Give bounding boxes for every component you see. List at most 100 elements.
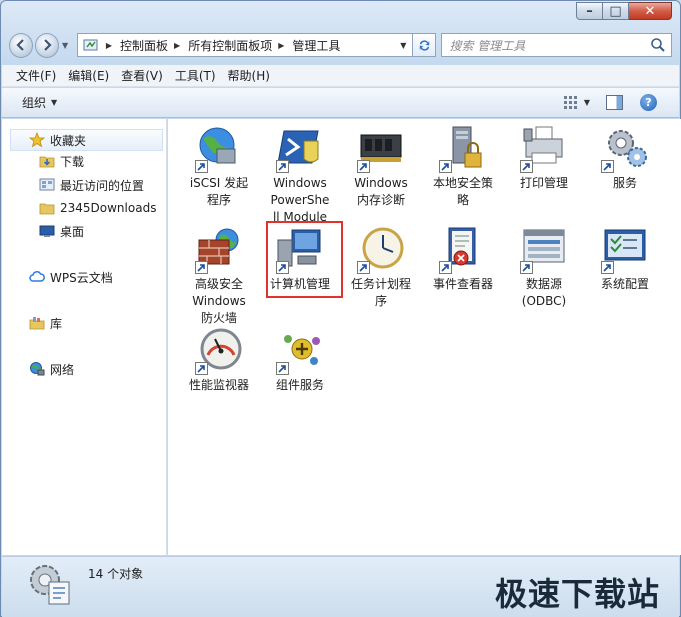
refresh-button[interactable] (413, 33, 437, 57)
chevron-down-icon: ▼ (51, 98, 58, 107)
tile-label: 数据源(ODBC) (521, 277, 567, 308)
admin-tools-icon (27, 562, 73, 608)
change-view-button[interactable]: ▼ (563, 95, 590, 111)
tile-task-scheduler[interactable]: 任务计划程序 (340, 226, 422, 310)
tile-performance-monitor[interactable]: 性能监视器 (178, 327, 260, 394)
download-folder-icon (39, 153, 55, 169)
tile-label: 组件服务 (275, 378, 324, 392)
forward-button[interactable] (35, 32, 60, 58)
printer-icon (518, 125, 570, 173)
nav-item-2345downloads[interactable]: 2345Downloads (39, 198, 156, 218)
tile-label: 任务计划程序 (350, 277, 411, 308)
menu-tools[interactable]: 工具(T) (169, 67, 222, 84)
nav-item-label: 2345Downloads (60, 201, 157, 215)
shortcut-arrow-icon (357, 160, 370, 173)
menu-view[interactable]: 查看(V) (115, 67, 169, 84)
gauge-icon (193, 327, 245, 375)
shortcut-arrow-icon (276, 362, 289, 375)
control-panel-icon (83, 39, 98, 51)
recent-pages-dropdown[interactable]: ▼ (59, 41, 71, 50)
address-bar[interactable]: ▶ 控制面板 ▶ 所有控制面板项 ▶ 管理工具 ▼ (76, 33, 414, 57)
tile-label: 性能监视器 (188, 378, 249, 392)
menu-bar: 文件(F) 编辑(E) 查看(V) 工具(T) 帮助(H) (2, 65, 679, 87)
clock-icon (355, 226, 407, 274)
help-icon[interactable]: ? (640, 94, 657, 111)
tile-label: 事件查看器 (432, 277, 493, 291)
search-input[interactable]: 搜索 管理工具 (449, 37, 650, 54)
recent-places-icon (39, 177, 55, 193)
nav-favorites-label: 收藏夹 (50, 133, 87, 148)
refresh-icon (419, 39, 430, 51)
item-count: 14 个对象 (88, 567, 144, 581)
tile-label: Windows 内存诊断 (354, 176, 408, 207)
nav-item-desktop[interactable]: 桌面 (39, 221, 84, 241)
network-icon (29, 361, 45, 377)
close-button[interactable]: ✕ (629, 2, 672, 20)
highlight-box (266, 221, 343, 298)
minimize-button[interactable]: – (576, 2, 603, 20)
shortcut-arrow-icon (439, 261, 452, 274)
breadcrumb-control-panel[interactable]: 控制面板 (120, 37, 168, 54)
nav-item-label: WPS云文档 (50, 270, 113, 285)
shortcut-arrow-icon (195, 261, 208, 274)
menu-help[interactable]: 帮助(H) (222, 67, 276, 84)
tile-services[interactable]: 服务 (584, 125, 666, 192)
shortcut-arrow-icon (601, 261, 614, 274)
crumb-separator-icon: ▶ (105, 40, 113, 50)
breadcrumb-all-items[interactable]: 所有控制面板项 (188, 37, 272, 54)
address-dropdown-icon[interactable]: ▼ (394, 41, 412, 50)
tile-system-configuration[interactable]: 系统配置 (584, 226, 666, 293)
nav-item-network[interactable]: 网络 (29, 359, 74, 379)
preview-pane-button[interactable] (606, 95, 623, 110)
minimize-icon: – (586, 3, 593, 19)
firewall-icon (193, 226, 245, 274)
nav-item-wps-cloud[interactable]: WPS云文档 (29, 267, 113, 287)
tile-label: 打印管理 (519, 176, 568, 190)
nav-item-label: 网络 (50, 362, 75, 377)
shortcut-arrow-icon (439, 160, 452, 173)
tile-firewall[interactable]: 高级安全 Windows 防火墙 (178, 226, 260, 327)
search-icon[interactable] (650, 37, 666, 53)
crumb-separator-icon[interactable]: ▶ (278, 41, 284, 50)
library-icon (29, 315, 45, 331)
organize-button[interactable]: 组织 ▼ (22, 94, 57, 111)
breadcrumb-admin-tools[interactable]: 管理工具 (292, 37, 340, 54)
tile-label: 系统配置 (600, 277, 649, 291)
command-bar: 组织 ▼ ▼ ? (2, 88, 679, 118)
star-icon (29, 132, 45, 148)
tile-label: iSCSI 发起程序 (189, 176, 249, 207)
menu-edit[interactable]: 编辑(E) (62, 67, 115, 84)
nav-item-recent[interactable]: 最近访问的位置 (39, 175, 144, 195)
chevron-down-icon: ▼ (62, 40, 69, 50)
shortcut-arrow-icon (520, 160, 533, 173)
navigation-row: ▼ ▶ 控制面板 ▶ 所有控制面板项 ▶ 管理工具 ▼ 搜索 管理工具 (9, 31, 672, 59)
shortcut-arrow-icon (195, 362, 208, 375)
back-button[interactable] (9, 32, 34, 58)
tile-memory-diagnostic[interactable]: Windows 内存诊断 (340, 125, 422, 209)
nav-item-library[interactable]: 库 (29, 313, 62, 333)
watermark-text: 极速下载站 (494, 575, 660, 613)
tile-odbc[interactable]: 数据源(ODBC) (503, 226, 585, 310)
maximize-button[interactable]: □ (603, 2, 629, 20)
nav-item-downloads[interactable]: 下载 (39, 151, 84, 171)
maximize-icon: □ (609, 3, 622, 19)
nav-favorites[interactable]: 收藏夹 (10, 129, 163, 151)
tile-print-management[interactable]: 打印管理 (503, 125, 585, 192)
event-viewer-icon (437, 226, 489, 274)
shortcut-arrow-icon (520, 261, 533, 274)
tile-label: 高级安全 Windows 防火墙 (192, 277, 246, 325)
status-bar: 14 个对象 极速下载站 (2, 556, 679, 617)
close-icon: ✕ (644, 3, 656, 19)
crumb-separator-icon[interactable]: ▶ (174, 41, 180, 50)
cloud-icon (29, 269, 45, 285)
desktop-icon (39, 223, 55, 239)
tile-local-security-policy[interactable]: 本地安全策略 (422, 125, 504, 209)
file-view: iSCSI 发起程序 Windows PowerShell Modules (168, 119, 681, 555)
search-box[interactable]: 搜索 管理工具 (441, 33, 672, 57)
tile-component-services[interactable]: 组件服务 (259, 327, 341, 394)
tile-iscsi[interactable]: iSCSI 发起程序 (178, 125, 260, 209)
gears-icon (599, 125, 651, 173)
menu-file[interactable]: 文件(F) (10, 67, 62, 84)
tile-event-viewer[interactable]: 事件查看器 (422, 226, 504, 293)
caption-buttons: – □ ✕ (576, 2, 672, 20)
